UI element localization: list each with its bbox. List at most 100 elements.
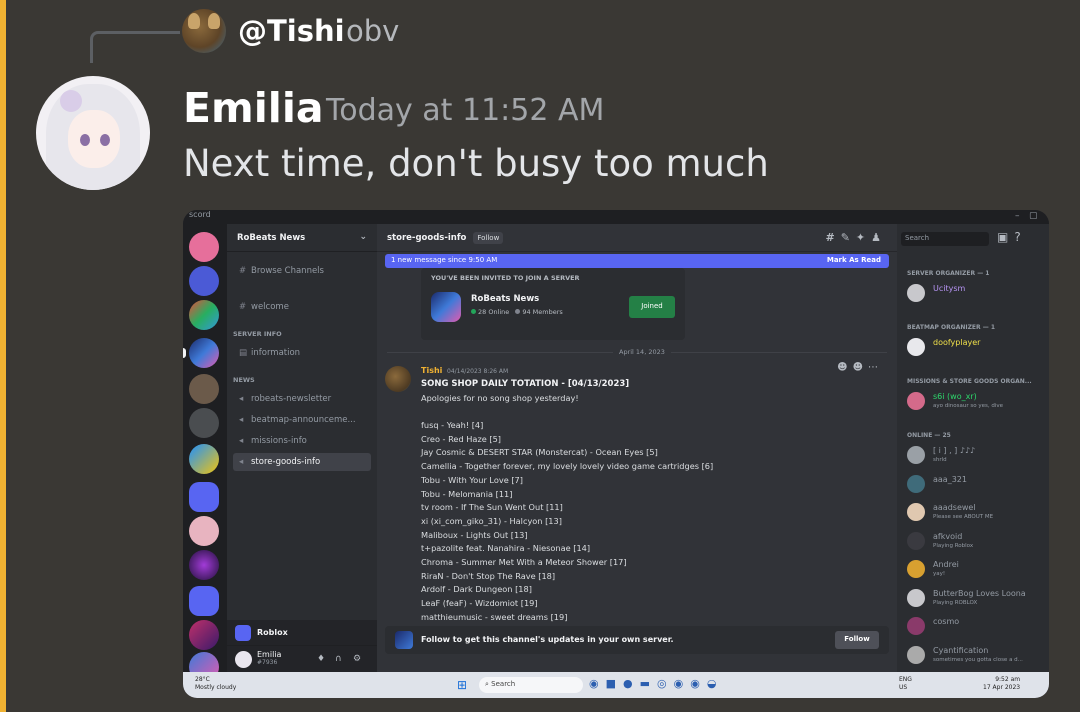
member-status: shrld xyxy=(933,457,947,463)
author-avatar[interactable] xyxy=(36,76,150,190)
member-item[interactable]: ButterBog Loves Loona Playing ROBLOX xyxy=(907,587,1047,609)
mic-icon[interactable]: ♦ xyxy=(317,654,325,664)
song-line: LeaF (feaF) - Wizdomiot [19] xyxy=(421,598,538,609)
date-divider: April 14, 2023 xyxy=(387,348,887,356)
server-icon[interactable] xyxy=(189,620,219,650)
reaction-icon[interactable]: ☻ xyxy=(837,362,852,373)
folder-icon[interactable]: ▬ xyxy=(640,677,657,690)
pin-icon[interactable]: ✦ xyxy=(856,231,871,244)
inbox-icon[interactable]: ▣ xyxy=(997,230,1014,244)
member-list: Search ▣? SERVER ORGANIZER — 1 Ucitysm B… xyxy=(897,224,1049,672)
server-icon[interactable] xyxy=(189,266,219,296)
maximize-icon[interactable]: ▢ xyxy=(1029,211,1038,221)
app-icon[interactable]: ◉ xyxy=(674,677,691,690)
system-tray[interactable]: ENG US xyxy=(899,676,912,692)
channel-robeats-newsletter[interactable]: ◂ robeats-newsletter xyxy=(233,390,371,408)
server-icon[interactable] xyxy=(189,408,219,438)
chrome-icon[interactable]: ◎ xyxy=(657,677,674,690)
app-icon[interactable]: ◉ xyxy=(589,677,606,690)
post-author-avatar[interactable] xyxy=(385,366,411,392)
channel-store-goods-info[interactable]: ◂ store-goods-info xyxy=(233,453,371,471)
server-icon[interactable] xyxy=(189,374,219,404)
activity-label: Roblox xyxy=(257,628,288,637)
user-panel[interactable]: Emilia #7936 ♦ ∩ ⚙ xyxy=(227,646,377,672)
reply-preview-text[interactable]: obv xyxy=(346,14,399,48)
member-item[interactable]: aaadsewel Please see ABOUT ME xyxy=(907,501,1047,523)
server-header[interactable]: RoBeats News ⌄ xyxy=(227,224,377,252)
gear-icon[interactable]: ⚙ xyxy=(353,654,361,664)
song-line: Ardolf - Dark Dungeon [18] xyxy=(421,584,532,595)
song-line: Tobu - With Your Love [7] xyxy=(421,474,523,485)
channel-information[interactable]: ▤ information xyxy=(233,344,371,362)
taskbar-search-label: Search xyxy=(491,680,516,688)
joined-button[interactable]: Joined xyxy=(629,296,675,318)
follow-tag-button[interactable]: Follow xyxy=(473,232,504,244)
folder-icon[interactable] xyxy=(189,482,219,512)
member-item[interactable]: afkvoid Playing Roblox xyxy=(907,530,1047,552)
clock[interactable]: 9:52 am 17 Apr 2023 xyxy=(983,676,1020,692)
mute-icon[interactable]: ✎ xyxy=(841,231,856,244)
user-avatar[interactable] xyxy=(235,651,252,668)
member-item[interactable]: s6i (wo_xr) ayo dinosaur so yes, dive xyxy=(907,390,1047,412)
online-count: 28 Online xyxy=(478,308,510,316)
invite-server-icon[interactable] xyxy=(431,292,461,322)
member-item[interactable]: aaa_321 xyxy=(907,473,1047,495)
app-icon[interactable]: ■ xyxy=(606,677,623,690)
weather-widget[interactable]: 28°C Mostly cloudy xyxy=(195,676,236,692)
attached-screenshot[interactable]: scord – ▢ RoBeats News ⌄ # Browse Channel… xyxy=(183,210,1049,698)
invite-server-name[interactable]: RoBeats News xyxy=(471,294,539,304)
taskbar-search[interactable]: ⌕ Search xyxy=(479,677,583,693)
member-avatar xyxy=(907,503,925,521)
chevron-down-icon[interactable]: ⌄ xyxy=(359,232,367,242)
server-icon[interactable] xyxy=(189,444,219,474)
minimize-icon[interactable]: – xyxy=(1015,211,1020,221)
new-messages-banner[interactable]: 1 new message since 9:50 AM Mark As Read xyxy=(385,254,889,268)
server-name: RoBeats News xyxy=(237,233,306,243)
app-icon[interactable]: ◉ xyxy=(690,677,707,690)
follow-button[interactable]: Follow xyxy=(835,631,879,649)
reaction-icon[interactable]: ☻ xyxy=(853,362,868,373)
member-item[interactable]: [ i ] , ] ♪♪♪ shrld xyxy=(907,444,1047,466)
channel-beatmap-announcements[interactable]: ◂ beatmap-announceme... xyxy=(233,411,371,429)
app-icon[interactable]: ◒ xyxy=(707,677,724,690)
member-status: Playing Roblox xyxy=(933,542,974,549)
start-icon[interactable]: ⊞ xyxy=(457,678,467,692)
member-count: 94 Members xyxy=(522,308,563,316)
server-icon[interactable] xyxy=(189,300,219,330)
activity-bar[interactable]: Roblox xyxy=(227,620,377,646)
clock-time: 9:52 am xyxy=(995,676,1021,683)
server-icon[interactable] xyxy=(189,516,219,546)
mark-as-read-button[interactable]: Mark As Read xyxy=(827,256,881,264)
chat-area: store-goods-info Follow #✎✦♟ 1 new messa… xyxy=(377,224,897,672)
members-dot xyxy=(515,309,521,314)
member-item[interactable]: Ucitysm xyxy=(907,282,1047,304)
window-titlebar: scord – ▢ xyxy=(183,210,1049,224)
category-news[interactable]: NEWS xyxy=(233,376,255,384)
member-item[interactable]: cosmo xyxy=(907,615,1047,637)
category-server-info[interactable]: SERVER INFO xyxy=(233,330,282,338)
threads-icon[interactable]: # xyxy=(825,231,840,244)
channel-missions-info[interactable]: ◂ missions-info xyxy=(233,432,371,450)
more-icon[interactable]: ⋯ xyxy=(868,362,883,373)
member-item[interactable]: Andrei yay! xyxy=(907,558,1047,580)
members-icon[interactable]: ♟ xyxy=(871,231,887,244)
search-input[interactable]: Search xyxy=(901,232,989,246)
post-author[interactable]: Tishi xyxy=(421,366,442,375)
channel-welcome[interactable]: # welcome xyxy=(233,298,371,316)
folder-icon[interactable] xyxy=(189,586,219,616)
app-icon[interactable]: ● xyxy=(623,677,640,690)
reply-avatar[interactable] xyxy=(182,9,226,53)
toolbar-icons: ▣? xyxy=(997,230,1027,244)
role-category: SERVER ORGANIZER — 1 xyxy=(907,270,990,277)
server-icon-robeats[interactable] xyxy=(189,338,219,368)
headphones-icon[interactable]: ∩ xyxy=(335,654,342,664)
help-icon[interactable]: ? xyxy=(1014,230,1026,244)
reply-author[interactable]: @Tishi xyxy=(238,14,345,48)
member-item[interactable]: doofyplayer xyxy=(907,336,1047,358)
member-item[interactable]: Cyantification sometimes you gotta close … xyxy=(907,644,1047,666)
browse-channels[interactable]: # Browse Channels xyxy=(233,262,371,280)
member-name: Andrei xyxy=(933,560,959,569)
server-icon[interactable] xyxy=(189,232,219,262)
server-icon[interactable] xyxy=(189,550,219,580)
message-author[interactable]: Emilia xyxy=(183,84,324,132)
